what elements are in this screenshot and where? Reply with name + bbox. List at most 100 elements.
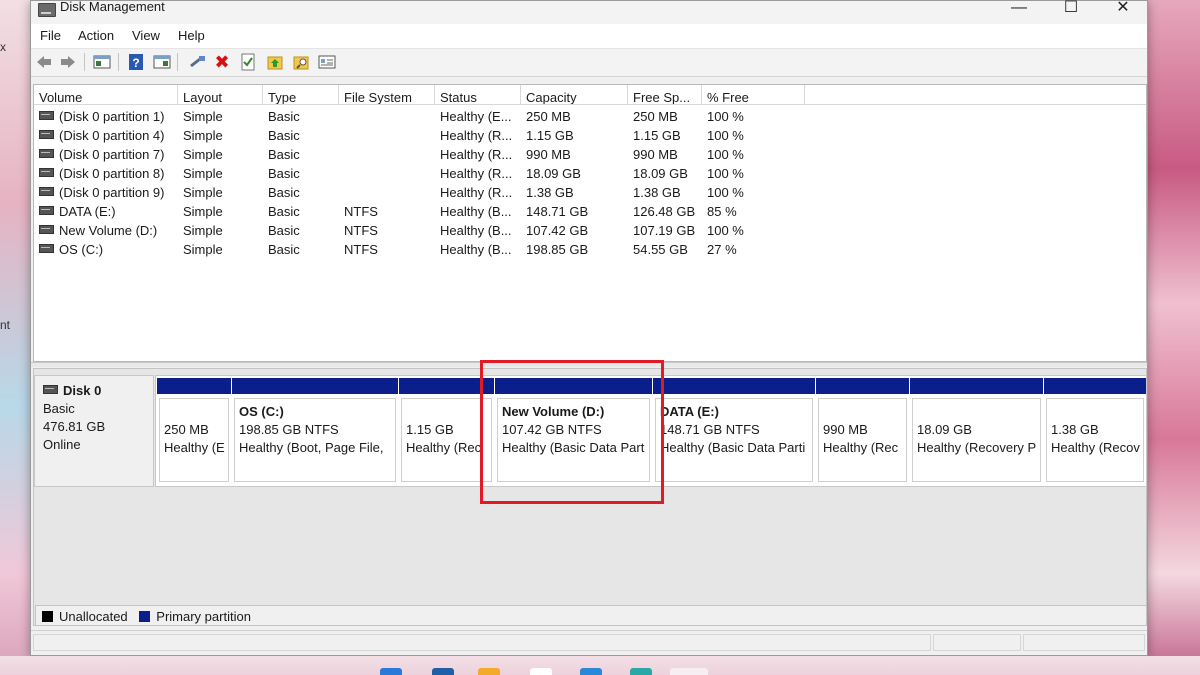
- back-arrow-icon[interactable]: [35, 53, 53, 71]
- cell-volume: (Disk 0 partition 4): [39, 128, 179, 143]
- taskbar-app-icon[interactable]: [670, 668, 708, 675]
- properties-pane-icon[interactable]: [153, 53, 171, 71]
- volume-icon: [39, 130, 54, 139]
- partition-block[interactable]: 990 MB Healthy (Rec: [815, 378, 909, 484]
- cell-percent-free: 100 %: [707, 185, 744, 200]
- legend-swatch-unallocated: [42, 611, 53, 622]
- partition-block[interactable]: 1.15 GB Healthy (Rec: [398, 378, 494, 484]
- disk-0-label[interactable]: Disk 0 Basic 476.81 GB Online: [34, 375, 154, 487]
- check-icon[interactable]: [239, 53, 257, 71]
- volume-row[interactable]: (Disk 0 partition 9) Simple Basic Healthy (…: [34, 183, 1144, 202]
- help-icon[interactable]: ?: [127, 53, 145, 71]
- forward-arrow-icon[interactable]: [59, 53, 77, 71]
- column-header-status[interactable]: Status: [435, 85, 521, 105]
- console-tree-icon[interactable]: [93, 53, 111, 71]
- menu-view[interactable]: View: [132, 28, 160, 43]
- maximize-button[interactable]: ☐: [1048, 0, 1094, 21]
- cell-layout: Simple: [183, 185, 223, 200]
- delete-icon[interactable]: ✖: [213, 53, 231, 71]
- volume-name: (Disk 0 partition 7): [59, 147, 165, 162]
- close-button[interactable]: ✕: [1100, 0, 1146, 21]
- column-header-file-system[interactable]: File System: [339, 85, 435, 105]
- volume-row[interactable]: New Volume (D:) Simple Basic NTFS Healthy (B…: [34, 221, 1144, 240]
- partition-body: New Volume (D:) 107.42 GB NTFS Healthy (Ba…: [497, 398, 650, 482]
- partition-strip: 250 MB Healthy (E OS (C:) 198.85 GB NTFS Hea…: [155, 375, 1147, 487]
- partition-body: 18.09 GB Healthy (Recovery P: [912, 398, 1041, 482]
- column-header-free-space[interactable]: Free Sp...: [628, 85, 702, 105]
- cell-status: Healthy (E...: [440, 109, 512, 124]
- partition-status: Healthy (Rec: [823, 440, 899, 455]
- volume-name: (Disk 0 partition 4): [59, 128, 165, 143]
- disk-management-window: Disk Management — ☐ ✕ File Action View H…: [30, 0, 1148, 656]
- cell-layout: Simple: [183, 223, 223, 238]
- partition-type-bar: [231, 378, 398, 394]
- cell-status: Healthy (R...: [440, 185, 513, 200]
- list-icon[interactable]: [318, 53, 336, 71]
- volume-icon: [39, 149, 54, 158]
- partition-type-bar: [398, 378, 494, 394]
- partition-block[interactable]: DATA (E:) 148.71 GB NTFS Healthy (Basic Da…: [652, 378, 815, 484]
- partition-block[interactable]: OS (C:) 198.85 GB NTFS Healthy (Boot, Page…: [231, 378, 398, 484]
- volume-row[interactable]: OS (C:) Simple Basic NTFS Healthy (B... 198.8…: [34, 240, 1144, 259]
- cell-file-system: NTFS: [344, 223, 378, 238]
- taskbar-app-icon[interactable]: [432, 668, 454, 675]
- pane-splitter[interactable]: [31, 362, 1147, 367]
- column-header-layout[interactable]: Layout: [178, 85, 263, 105]
- volume-row[interactable]: (Disk 0 partition 4) Simple Basic Healthy (…: [34, 126, 1144, 145]
- column-header-capacity[interactable]: Capacity: [521, 85, 628, 105]
- taskbar: [0, 656, 1200, 675]
- cell-file-system: NTFS: [344, 242, 378, 257]
- partition-name: OS (C:): [239, 404, 284, 419]
- cell-free-space: 1.15 GB: [633, 128, 681, 143]
- column-header-percent-free[interactable]: % Free: [702, 85, 805, 105]
- taskbar-app-icon[interactable]: [580, 668, 602, 675]
- column-header-type[interactable]: Type: [263, 85, 339, 105]
- minimize-button[interactable]: —: [996, 0, 1042, 21]
- cell-type: Basic: [268, 147, 300, 162]
- toolbar-separator: [84, 53, 85, 71]
- partition-size: 107.42 GB NTFS: [502, 422, 602, 437]
- cell-type: Basic: [268, 204, 300, 219]
- cell-capacity: 198.85 GB: [526, 242, 589, 257]
- partition-block[interactable]: 1.38 GB Healthy (Recov: [1043, 378, 1146, 484]
- partition-block[interactable]: 18.09 GB Healthy (Recovery P: [909, 378, 1043, 484]
- cell-free-space: 126.48 GB: [633, 204, 696, 219]
- menu-file[interactable]: File: [40, 28, 61, 43]
- toolbar-separator: [177, 53, 178, 71]
- windows-start-icon[interactable]: [380, 668, 402, 675]
- volume-row[interactable]: DATA (E:) Simple Basic NTFS Healthy (B... 148…: [34, 202, 1144, 221]
- taskbar-app-icon[interactable]: [478, 668, 500, 675]
- volume-row[interactable]: (Disk 0 partition 8) Simple Basic Healthy (…: [34, 164, 1144, 183]
- folder-up-icon[interactable]: [266, 53, 284, 71]
- cell-percent-free: 27 %: [707, 242, 737, 257]
- volume-name: OS (C:): [59, 242, 104, 257]
- volume-name: (Disk 0 partition 1): [59, 109, 165, 124]
- column-header-volume[interactable]: Volume: [34, 85, 178, 105]
- volume-icon: [39, 168, 54, 177]
- search-folder-icon[interactable]: [292, 53, 310, 71]
- partition-status: Healthy (Rec: [406, 440, 482, 455]
- title-bar[interactable]: Disk Management — ☐ ✕: [31, 0, 1147, 24]
- partition-size: 198.85 GB NTFS: [239, 422, 339, 437]
- cell-type: Basic: [268, 223, 300, 238]
- volume-row[interactable]: (Disk 0 partition 7) Simple Basic Healthy (…: [34, 145, 1144, 164]
- partition-block[interactable]: 250 MB Healthy (E: [156, 378, 231, 484]
- connect-icon[interactable]: [188, 53, 206, 71]
- taskbar-app-icon[interactable]: [530, 668, 552, 675]
- partition-block[interactable]: New Volume (D:) 107.42 GB NTFS Healthy (Ba…: [494, 378, 652, 484]
- volume-icon: [39, 225, 54, 234]
- taskbar-app-icon[interactable]: [630, 668, 652, 675]
- cell-percent-free: 85 %: [707, 204, 737, 219]
- cell-volume: OS (C:): [39, 242, 179, 257]
- cell-free-space: 107.19 GB: [633, 223, 696, 238]
- volume-list[interactable]: Volume Layout Type File System Status Ca…: [33, 84, 1147, 362]
- volume-row[interactable]: (Disk 0 partition 1) Simple Basic Healthy (…: [34, 107, 1144, 126]
- partition-name: DATA (E:): [660, 404, 719, 419]
- menu-help[interactable]: Help: [178, 28, 205, 43]
- cell-capacity: 148.71 GB: [526, 204, 589, 219]
- menu-action[interactable]: Action: [78, 28, 114, 43]
- volume-icon: [39, 111, 54, 120]
- status-segment: [33, 634, 931, 651]
- cell-layout: Simple: [183, 109, 223, 124]
- cell-percent-free: 100 %: [707, 147, 744, 162]
